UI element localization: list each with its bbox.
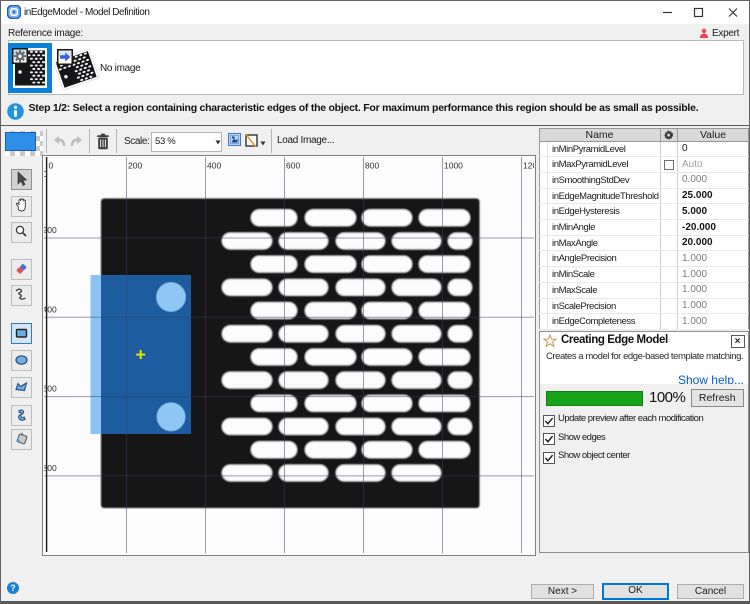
svg-text:200: 200 xyxy=(128,161,142,171)
svg-text:?: ? xyxy=(10,583,16,593)
svg-text:400: 400 xyxy=(207,161,221,171)
svg-text:600: 600 xyxy=(44,384,57,394)
svg-text:200: 200 xyxy=(44,225,57,235)
svg-text:400: 400 xyxy=(44,304,57,314)
svg-text:0: 0 xyxy=(49,161,54,171)
svg-text:1200: 1200 xyxy=(523,161,534,171)
svg-text:0: 0 xyxy=(44,169,48,179)
svg-text:800: 800 xyxy=(365,161,379,171)
svg-text:600: 600 xyxy=(286,161,300,171)
svg-text:800: 800 xyxy=(44,463,57,473)
svg-text:1000: 1000 xyxy=(444,161,463,171)
